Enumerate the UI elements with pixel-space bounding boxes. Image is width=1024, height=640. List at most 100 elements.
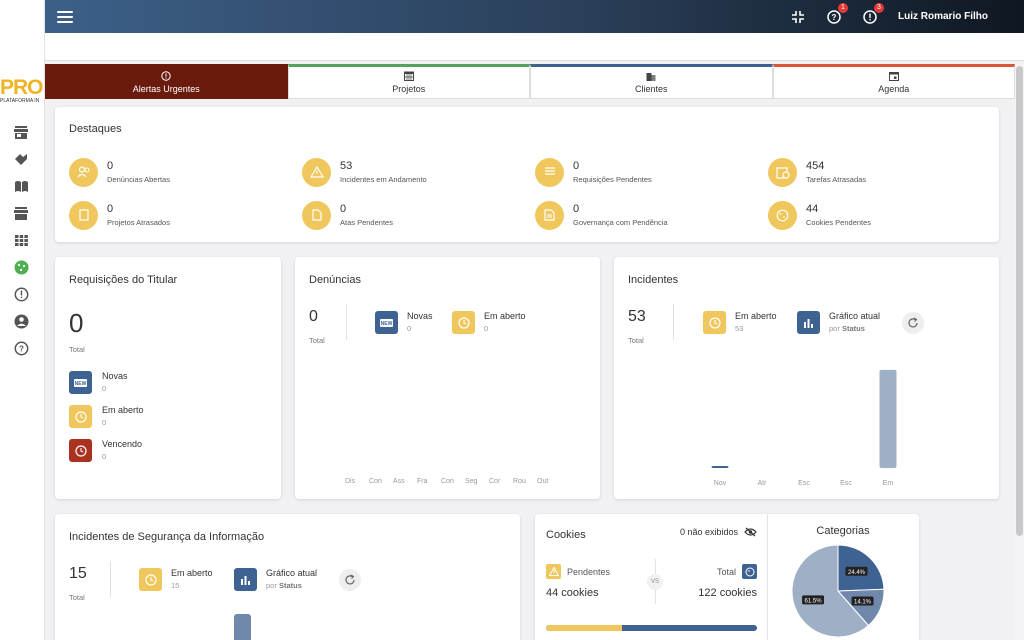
destaque-incidentes-andamento[interactable]: 53 Incidentes em Andamento [302,157,535,187]
pendentes-label: Pendentes [567,566,611,577]
cookies-progress [546,625,757,631]
axis-tick-label: Fra [417,478,428,485]
axis-tick-label: Seg [465,478,478,485]
destaque-value: 0 [107,203,114,215]
destaque-governanca-pendencia[interactable]: 0 Governança com Pendência [535,200,768,230]
categorias-title: Categorias [816,525,870,537]
help-icon[interactable]: ? [13,340,29,356]
tab-alertas-urgentes[interactable]: Alertas Urgentes [45,64,288,99]
axis-tick-label: Con [441,478,454,485]
tab-label: Clientes [634,84,668,94]
destaque-tarefas-atrasadas[interactable]: 454 Tarefas Atrasadas [768,157,1001,187]
status-value: 15 [171,581,180,590]
store-icon[interactable] [13,124,29,140]
document-icon [311,209,322,221]
menu-icon[interactable] [57,10,73,23]
destaque-value: 0 [573,160,580,172]
status-novas[interactable]: NEW Novas 0 [69,371,128,394]
destaque-atas-pendentes[interactable]: 0 Atas Pendentes [302,200,535,230]
grafico-atual[interactable]: Gráfico atual por Status [234,568,317,591]
destaque-cookies-pendentes[interactable]: 44 Cookies Pendentes [768,200,1001,230]
tab-label: Alertas Urgentes [132,84,200,94]
destaque-label: Requisições Pendentes [573,175,652,184]
status-novas[interactable]: NEW Novas 0 [375,311,433,334]
card-title: Incidentes de Segurança da Informação [69,531,265,543]
chart-bar[interactable] [711,466,729,468]
status-em-aberto[interactable]: Em aberto 15 [139,568,213,591]
alert-circle-nav-icon[interactable] [13,286,29,302]
refresh-button[interactable] [339,569,361,591]
sub-bar [45,33,1024,61]
tab-label: Agenda [878,84,910,94]
cookies-hidden[interactable]: 0 não exibidos [680,527,757,537]
status-value: 0 [407,324,412,333]
status-label: Em aberto [735,311,777,321]
tab-agenda[interactable]: Agenda [772,64,1015,99]
destaque-label: Atas Pendentes [340,218,393,227]
grafico-sub-prefix: por [266,581,277,590]
destaque-requisicoes-pendentes[interactable]: 0 Requisições Pendentes [535,157,768,187]
alert-notifications-icon[interactable]: 3 [862,2,884,25]
clock-icon [457,316,470,329]
user-account-icon[interactable] [13,313,29,329]
axis-tick-label: Con [369,478,382,485]
logo: PRO PLATAFORMA IN [0,78,45,104]
status-em-aberto[interactable]: Em aberto 53 [703,311,777,334]
card-title: Denúncias [309,274,361,286]
total-value: 0 [69,308,84,338]
tab-projetos[interactable]: Projetos [287,64,530,99]
help-notifications-icon[interactable]: ? 1 [826,2,848,25]
total-label: Total [309,336,325,345]
destaque-value: 0 [340,203,347,215]
logo-text: PRO [0,78,44,99]
storefront-icon[interactable] [13,205,29,221]
cookies-card: Cookies 0 não exibidos Pendentes 44 cook… [535,514,919,640]
bar-chart-icon [241,575,250,585]
axis-tick-label: Atr [758,480,768,487]
status-vencendo[interactable]: Vencendo 0 [69,439,142,462]
grafico-sub: por Status [829,324,880,333]
calendar-grid-icon [403,71,414,81]
calendar-icon [888,72,899,81]
pendentes-value: 44 cookies [546,587,599,599]
refresh-button[interactable] [902,312,924,334]
axis-tick-label: Dis [345,478,356,485]
logo-subtitle: PLATAFORMA IN [0,98,40,104]
seguranca-chart-bar [234,614,251,640]
destaque-denuncias-abertas[interactable]: 0 Denúncias Abertas [69,157,302,187]
destaque-label: Tarefas Atrasadas [806,175,867,184]
destaque-label: Cookies Pendentes [806,218,872,227]
status-label: Em aberto [102,405,144,415]
destaque-label: Projetos Atrasados [107,218,170,227]
grid-icon[interactable] [13,232,29,248]
handshake-icon[interactable] [13,151,29,167]
card-title: Destaques [69,123,122,135]
axis-tick-label: Ass [393,478,405,485]
svg-text:?: ? [19,344,24,353]
grafico-atual[interactable]: Gráfico atual por Status [797,311,880,334]
left-sidebar: PRO PLATAFORMA IN ? [0,0,45,640]
total-label: Total [716,566,736,577]
cookie-icon [745,567,754,576]
destaque-projetos-atrasados[interactable]: 0 Projetos Atrasados [69,200,302,230]
status-em-aberto[interactable]: Em aberto 0 [452,311,526,334]
axis-tick-label: Esc [798,480,810,487]
scrollbar-thumb[interactable] [1016,66,1023,536]
grafico-label: Gráfico atual [829,311,881,321]
user-name[interactable]: Luiz Romario Filho [898,11,988,22]
refresh-icon [908,317,918,328]
book-open-icon[interactable] [13,178,29,194]
chart-bar[interactable] [879,369,897,468]
cookie-nav-icon[interactable] [13,259,29,275]
total-value: 122 cookies [698,587,757,599]
total-value: 0 [309,308,318,325]
destaques-card: Destaques 0 Denúncias Abertas 53 Incidente… [55,107,999,242]
list-icon [544,167,555,175]
axis-tick-label: Out [537,478,549,485]
building-icon [646,73,656,81]
tab-clientes[interactable]: Clientes [530,64,773,99]
svg-text:NEW: NEW [75,381,87,387]
collapse-icon[interactable] [790,9,806,25]
status-em-aberto[interactable]: Em aberto 0 [69,405,144,428]
destaque-label: Governança com Pendência [573,218,668,227]
